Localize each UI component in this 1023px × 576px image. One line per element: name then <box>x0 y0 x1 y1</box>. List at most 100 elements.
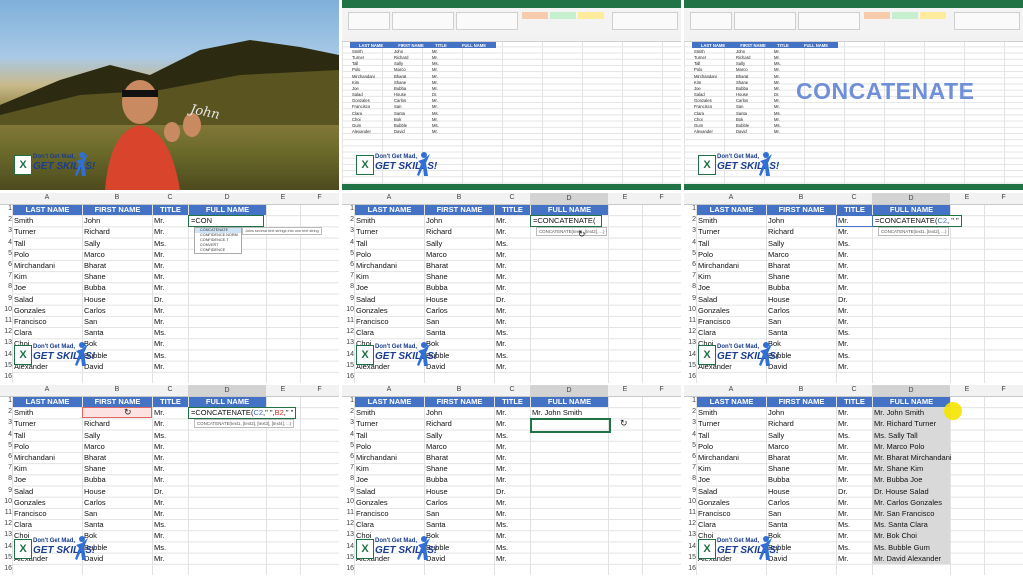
cell-first[interactable]: Bubba <box>84 474 106 485</box>
header-full[interactable]: FULL NAME <box>873 397 950 407</box>
cell-first[interactable]: Richard <box>84 418 110 429</box>
cell-last[interactable]: Kim <box>698 463 711 474</box>
cell-first[interactable]: Shane <box>768 463 790 474</box>
column-header-B[interactable]: B <box>82 194 152 201</box>
row-header[interactable]: 1 <box>342 205 354 212</box>
cell-first[interactable]: Bubba <box>768 282 790 293</box>
cell-first[interactable]: House <box>768 294 790 305</box>
cell-first[interactable]: Richard <box>768 418 794 429</box>
cell-last[interactable]: Kim <box>356 463 369 474</box>
cell-first[interactable]: Sally <box>426 238 442 249</box>
column-header-F[interactable]: F <box>984 194 1023 201</box>
row-header[interactable]: 1 <box>342 397 354 404</box>
cell-title[interactable]: Mr. <box>496 497 506 508</box>
column-header-F[interactable]: F <box>642 386 681 393</box>
cell-last[interactable]: Clara <box>698 327 716 338</box>
column-header-B[interactable]: B <box>424 194 494 201</box>
ribbon-group-clipboard[interactable] <box>690 12 732 30</box>
row-header[interactable]: 16 <box>684 565 696 572</box>
cell-title[interactable]: Mr. <box>838 361 848 372</box>
ribbon-group-editing[interactable] <box>612 12 678 30</box>
cell-title[interactable]: Ms. <box>154 542 166 553</box>
row-header[interactable]: 11 <box>342 317 354 324</box>
row-header[interactable]: 13 <box>0 531 12 538</box>
header-first[interactable]: FIRST NAME <box>425 397 494 407</box>
cell-title[interactable]: Mr. <box>154 497 164 508</box>
cell-title[interactable]: Mr. <box>838 441 848 452</box>
header-title[interactable]: TITLE <box>495 205 530 215</box>
row-header[interactable]: 15 <box>342 554 354 561</box>
cell-first[interactable]: John <box>426 215 442 226</box>
row-header[interactable]: 7 <box>342 464 354 471</box>
cell-last[interactable]: Turner <box>698 226 720 237</box>
header-title[interactable]: TITLE <box>153 205 188 215</box>
row-header[interactable]: 13 <box>0 339 12 346</box>
row-header[interactable]: 8 <box>0 283 12 290</box>
cell-title[interactable]: Mr. <box>154 452 164 463</box>
table-cell[interactable]: Alexander <box>692 129 734 135</box>
row-header[interactable]: 14 <box>342 351 354 358</box>
row-header[interactable]: 10 <box>684 306 696 313</box>
cell-title[interactable]: Ms. <box>496 238 508 249</box>
cell-first[interactable]: Richard <box>768 226 794 237</box>
cell-first[interactable]: John <box>84 215 100 226</box>
row-header[interactable]: 3 <box>342 227 354 234</box>
row-header[interactable]: 4 <box>684 431 696 438</box>
column-header-E[interactable]: E <box>608 194 642 201</box>
row-header[interactable]: 15 <box>0 554 12 561</box>
cell-first[interactable]: House <box>84 486 106 497</box>
table-cell[interactable]: Mr. <box>430 129 452 135</box>
cell-title[interactable]: Dr. <box>154 294 164 305</box>
cell-title[interactable]: Mr. <box>154 407 164 418</box>
cell-last[interactable]: Polo <box>356 249 371 260</box>
header-first[interactable]: FIRST NAME <box>83 397 152 407</box>
cell-last[interactable]: Gonzales <box>698 305 730 316</box>
cell-first[interactable]: Sally <box>84 430 100 441</box>
row-header[interactable]: 16 <box>0 565 12 572</box>
cell-last[interactable]: Francisco <box>14 508 47 519</box>
table-cell[interactable]: Mr. <box>772 129 794 135</box>
cell-title[interactable]: Mr. <box>838 407 848 418</box>
cell-last[interactable]: Clara <box>14 327 32 338</box>
cell-full-name[interactable]: Mr. Bharat Mirchandani <box>874 452 952 463</box>
cell-last[interactable]: Tall <box>14 238 25 249</box>
table-cell[interactable]: Alexander <box>350 129 392 135</box>
cell-first[interactable]: John <box>768 215 784 226</box>
header-last[interactable]: LAST NAME <box>697 397 766 407</box>
row-header[interactable]: 7 <box>342 272 354 279</box>
cell-last[interactable]: Smith <box>14 215 33 226</box>
cell-last[interactable]: Smith <box>356 215 375 226</box>
cell-first[interactable]: Richard <box>84 226 110 237</box>
style-chip[interactable] <box>550 12 576 19</box>
cell-last[interactable]: Mirchandani <box>356 452 397 463</box>
style-chip[interactable] <box>864 12 890 19</box>
header-title[interactable]: TITLE <box>153 397 188 407</box>
row-header[interactable]: 10 <box>0 498 12 505</box>
column-header-F[interactable]: F <box>984 386 1023 393</box>
row-header[interactable]: 7 <box>684 272 696 279</box>
cell-first[interactable]: Marco <box>768 249 789 260</box>
cell-title[interactable]: Mr. <box>496 282 506 293</box>
cell-title[interactable]: Mr. <box>838 452 848 463</box>
header-title[interactable]: TITLE <box>837 205 872 215</box>
cell-last[interactable]: Francisco <box>356 508 389 519</box>
cell-title[interactable]: Mr. <box>154 226 164 237</box>
cell-title[interactable]: Mr. <box>838 553 848 564</box>
column-header-D[interactable]: D <box>188 385 266 396</box>
row-header[interactable]: 4 <box>342 431 354 438</box>
cell-last[interactable]: Salad <box>698 294 717 305</box>
row-header[interactable]: 16 <box>0 373 12 380</box>
cell-first[interactable]: Bharat <box>768 452 790 463</box>
cell-first[interactable]: Santa <box>84 327 104 338</box>
cell-full-name[interactable]: Mr. David Alexander <box>874 553 941 564</box>
cell-title[interactable]: Mr. <box>496 407 506 418</box>
header-last[interactable]: LAST NAME <box>13 205 82 215</box>
row-header[interactable]: 6 <box>684 261 696 268</box>
cell-first[interactable]: Marco <box>84 249 105 260</box>
cell-title[interactable]: Ms. <box>838 430 850 441</box>
cell-first[interactable]: Bharat <box>768 260 790 271</box>
ribbon-group-editing[interactable] <box>954 12 1020 30</box>
cell-first[interactable]: San <box>426 508 439 519</box>
formula-input[interactable]: =CONCATENATE( <box>530 215 602 228</box>
cell-last[interactable]: Gonzales <box>356 305 388 316</box>
